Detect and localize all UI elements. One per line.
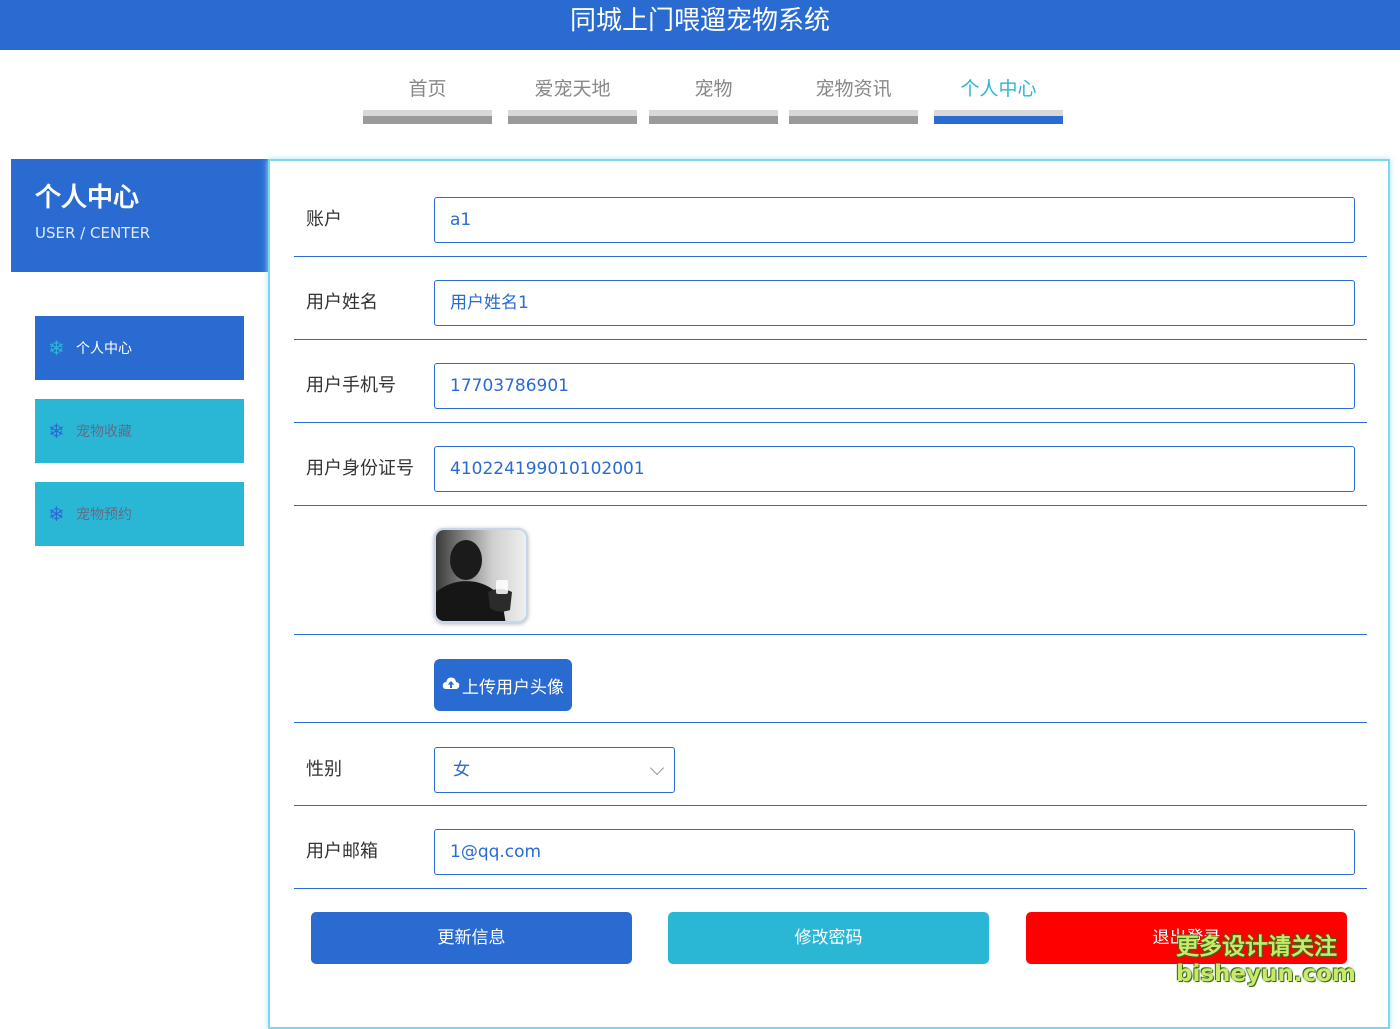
- email-input[interactable]: 1@qq.com: [434, 829, 1355, 875]
- form-row-phone: 用户手机号 17703786901: [294, 340, 1367, 423]
- nav-item-personal-center[interactable]: 个人中心: [934, 70, 1063, 124]
- gender-label: 性别: [306, 759, 342, 780]
- sidebar-title: 个人中心: [35, 183, 140, 213]
- sidebar-item-label: 宠物预约: [76, 507, 132, 523]
- form-row-gender: 性别 女: [294, 723, 1367, 806]
- phone-input[interactable]: 17703786901: [434, 363, 1355, 409]
- username-input[interactable]: 用户姓名1: [434, 280, 1355, 326]
- nav-item-underline: [649, 110, 778, 124]
- nav-item-label: 宠物资讯: [815, 78, 892, 100]
- sidebar-item-pet-booking[interactable]: ❄ 宠物预约: [35, 482, 244, 546]
- snowflake-icon: ❄: [48, 502, 65, 526]
- form-row-account: 账户 a1: [294, 161, 1367, 257]
- nav-item-pet-news[interactable]: 宠物资讯: [789, 70, 918, 124]
- gender-select[interactable]: 女: [434, 747, 675, 793]
- form-row-username: 用户姓名 用户姓名1: [294, 257, 1367, 340]
- upload-avatar-label: 上传用户头像: [462, 677, 564, 698]
- nav-item-underline: [789, 110, 918, 124]
- username-label: 用户姓名: [306, 292, 378, 313]
- phone-label: 用户手机号: [306, 375, 396, 396]
- nav-item-home[interactable]: 首页: [363, 70, 492, 124]
- cloud-upload-icon: [442, 675, 460, 695]
- nav-item-label: 爱宠天地: [534, 78, 611, 100]
- form-row-email: 用户邮箱 1@qq.com: [294, 806, 1367, 889]
- update-info-button[interactable]: 更新信息: [311, 912, 632, 964]
- nav-item-pets[interactable]: 宠物: [649, 70, 778, 124]
- sidebar-subtitle: USER / CENTER: [35, 224, 151, 242]
- app-title: 同城上门喂遛宠物系统: [569, 6, 830, 36]
- form-row-upload: 上传用户头像: [294, 635, 1367, 723]
- top-nav: 首页 爱宠天地 宠物 宠物资讯 个人中心: [363, 70, 1063, 124]
- avatar: [434, 528, 528, 623]
- nav-item-label: 首页: [408, 78, 447, 100]
- account-label: 账户: [306, 209, 342, 230]
- chevron-down-icon: [649, 760, 665, 776]
- watermark-line2: bisheyun.com: [1176, 961, 1356, 987]
- idcard-label: 用户身份证号: [306, 458, 414, 479]
- snowflake-icon: ❄: [48, 336, 65, 360]
- upload-avatar-button[interactable]: 上传用户头像: [434, 659, 572, 711]
- idcard-input[interactable]: 410224199010102001: [434, 446, 1355, 492]
- app-title-bar: 同城上门喂遛宠物系统: [0, 0, 1400, 50]
- gender-selected-value: 女: [453, 760, 470, 780]
- email-label: 用户邮箱: [306, 841, 378, 862]
- sidebar-header: 个人中心 USER / CENTER: [11, 159, 268, 272]
- nav-item-label: 个人中心: [960, 78, 1037, 100]
- profile-form-panel: 账户 a1 用户姓名 用户姓名1 用户手机号 17703786901 用户身份证…: [268, 159, 1390, 1029]
- sidebar-item-label: 宠物收藏: [76, 424, 132, 440]
- sidebar-item-pet-favorites[interactable]: ❄ 宠物收藏: [35, 399, 244, 463]
- nav-item-label: 宠物: [694, 78, 733, 100]
- form-row-idcard: 用户身份证号 410224199010102001: [294, 423, 1367, 506]
- nav-item-pet-world[interactable]: 爱宠天地: [508, 70, 637, 124]
- sidebar-item-label: 个人中心: [76, 341, 132, 357]
- sidebar-item-personal-center[interactable]: ❄ 个人中心: [35, 316, 244, 380]
- nav-item-underline: [934, 110, 1063, 124]
- watermark: 更多设计请关注 bisheyun.com: [1176, 934, 1356, 988]
- change-password-button[interactable]: 修改密码: [668, 912, 989, 964]
- avatar-image: [436, 530, 526, 621]
- account-input[interactable]: a1: [434, 197, 1355, 243]
- nav-item-underline: [363, 110, 492, 124]
- watermark-line1: 更多设计请关注: [1176, 934, 1337, 960]
- nav-item-underline: [508, 110, 637, 124]
- form-row-avatar: [294, 506, 1367, 635]
- snowflake-icon: ❄: [48, 419, 65, 443]
